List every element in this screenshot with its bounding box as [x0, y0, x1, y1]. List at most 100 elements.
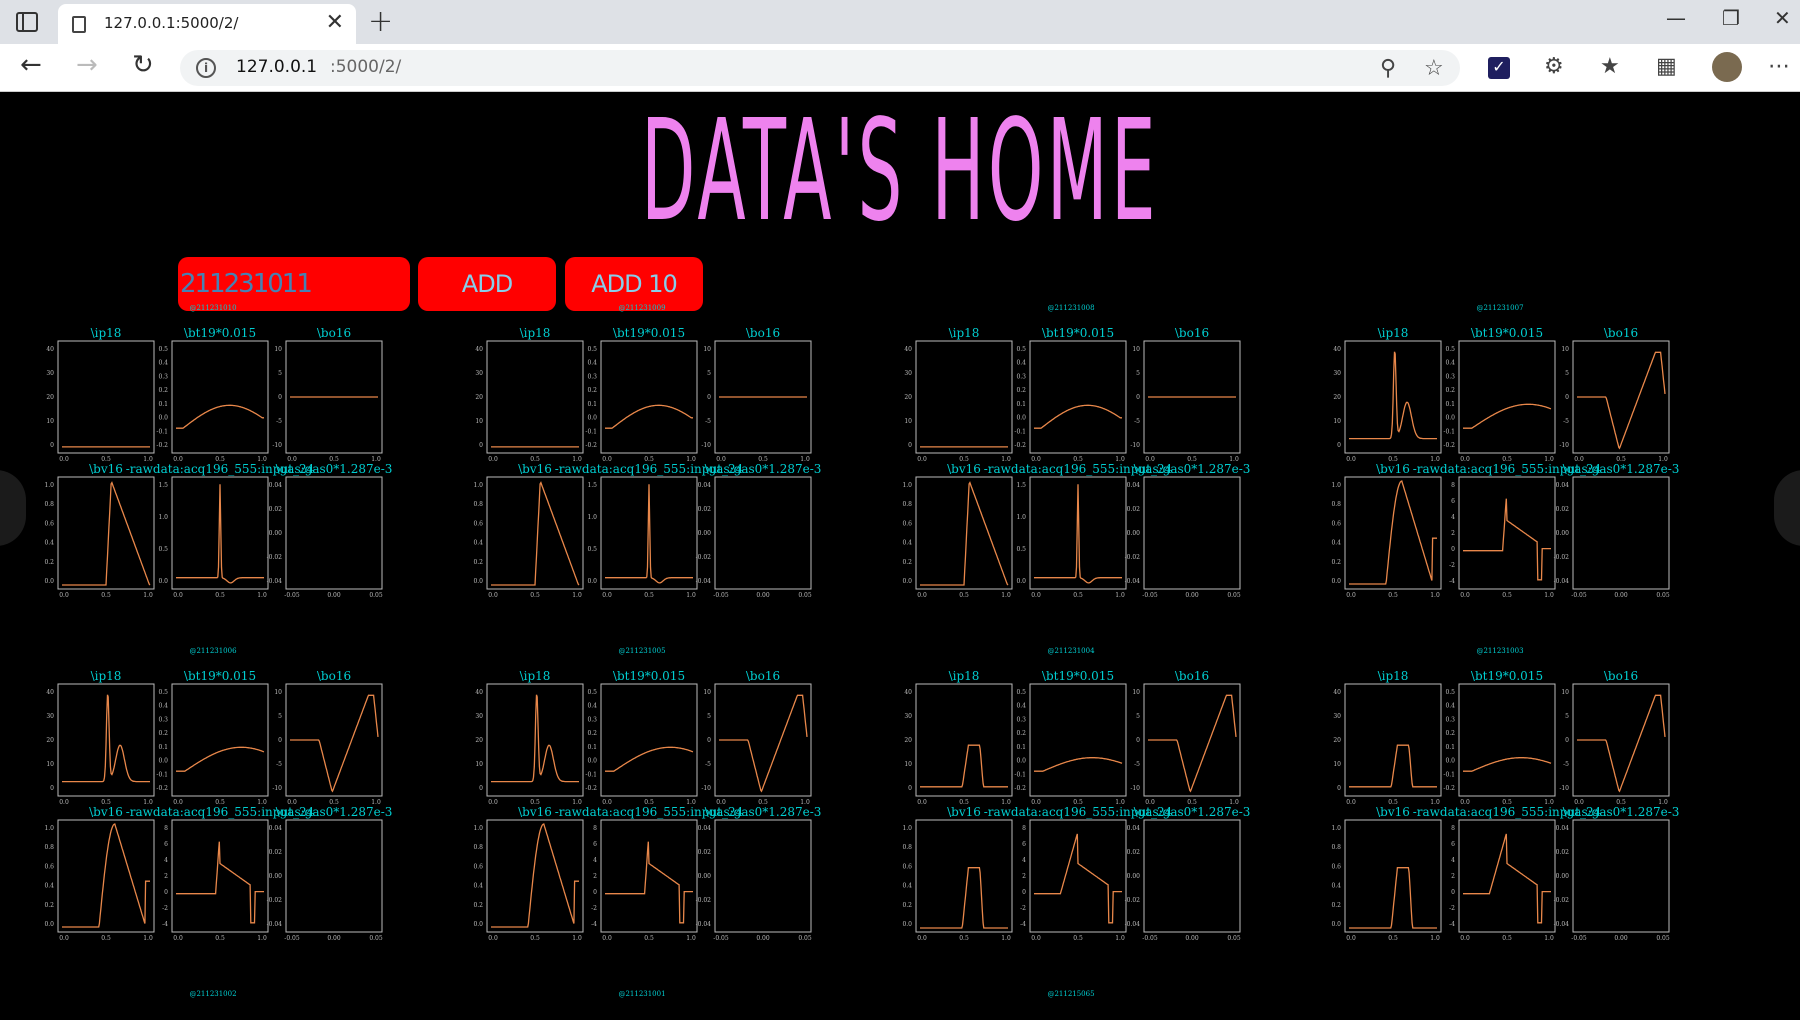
y-tick-label: -2 — [1449, 905, 1455, 912]
restore-icon[interactable]: ❐ — [1722, 6, 1740, 30]
back-icon[interactable]: ← — [20, 50, 42, 80]
x-tick-label: 0.0 — [1031, 935, 1041, 942]
y-tick-label: 1.0 — [1016, 514, 1026, 521]
x-tick-label: 1.0 — [686, 592, 696, 599]
address-bar[interactable]: i 127.0.0.1 :5000/2/ ⚲ ☆ — [180, 50, 1460, 86]
subplot-title: \bv16 — [947, 462, 981, 476]
y-tick-label: 10 — [703, 346, 711, 353]
subplot-title: \bo16 — [746, 326, 780, 340]
y-tick-label: 0.3 — [1445, 373, 1455, 380]
series-line — [1463, 498, 1551, 581]
y-tick-label: 0.04 — [269, 825, 283, 832]
y-tick-label: -0.1 — [585, 428, 597, 435]
y-tick-label: 30 — [46, 713, 54, 720]
y-tick-label: 1.0 — [902, 482, 912, 489]
y-tick-label: -0.02 — [267, 554, 283, 561]
y-tick-label: 0.8 — [44, 501, 54, 508]
y-tick-label: 0.0 — [1016, 415, 1026, 422]
y-tick-label: -0.1 — [156, 428, 168, 435]
x-tick-label: 0.5 — [215, 592, 225, 599]
more-icon[interactable]: ⋯ — [1768, 54, 1790, 79]
shot-label: @211231005 — [618, 647, 665, 655]
y-tick-label: -0.02 — [1125, 897, 1141, 904]
y-tick-label: 0.04 — [1556, 482, 1570, 489]
extension-checkbox-icon[interactable]: ✓ — [1488, 57, 1510, 79]
subplot-title: \gas:gas0*1.287e-3 — [1563, 462, 1680, 476]
x-tick-label: 0.5 — [101, 935, 111, 942]
subplot-title: \ip18 — [1378, 669, 1409, 683]
tab-active[interactable]: 127.0.0.1:5000/2/ ✕ — [58, 4, 356, 44]
x-tick-label: 0.05 — [798, 592, 812, 599]
y-tick-label: 0.0 — [1016, 758, 1026, 765]
y-tick-label: 0 — [908, 785, 912, 792]
x-tick-label: -0.05 — [1142, 935, 1158, 942]
x-tick-label: 0.0 — [1460, 592, 1470, 599]
y-tick-label: 0.00 — [698, 530, 712, 537]
y-tick-label: 0.04 — [1556, 825, 1570, 832]
minimize-icon[interactable]: — — [1666, 6, 1686, 30]
close-icon[interactable]: ✕ — [326, 10, 344, 35]
y-tick-label: 0.4 — [1016, 703, 1026, 710]
y-tick-label: 0.5 — [158, 689, 168, 696]
y-tick-label: 0.0 — [587, 415, 597, 422]
shot-label: @211231001 — [618, 990, 665, 998]
y-tick-label: 0 — [1565, 394, 1569, 401]
y-tick-label: 10 — [274, 689, 282, 696]
sidebar-icon[interactable] — [16, 12, 38, 32]
y-tick-label: 6 — [1451, 841, 1455, 848]
y-tick-label: 10 — [1132, 689, 1140, 696]
info-icon[interactable]: i — [196, 58, 216, 78]
extension-icon[interactable]: ⚙ — [1544, 54, 1564, 79]
reload-icon[interactable]: ↻ — [132, 50, 154, 80]
x-tick-label: -0.05 — [284, 592, 300, 599]
series-line — [920, 867, 1008, 929]
y-tick-label: 0.0 — [902, 578, 912, 585]
y-tick-label: 1.0 — [587, 514, 597, 521]
subplot-title: \bt19*0.015 — [1471, 326, 1543, 340]
subplot-title: \bt19*0.015 — [184, 669, 256, 683]
profile-icon[interactable] — [1712, 52, 1742, 82]
x-tick-label: 1.0 — [1001, 592, 1011, 599]
favorites-icon[interactable]: ★ — [1600, 54, 1620, 79]
x-tick-label: 0.5 — [1073, 935, 1083, 942]
y-tick-label: 0.8 — [902, 501, 912, 508]
window-close-icon[interactable]: ✕ — [1774, 6, 1791, 30]
forward-icon[interactable]: → — [76, 50, 98, 80]
y-tick-label: 0 — [707, 737, 711, 744]
subplot-title: \bo16 — [317, 326, 351, 340]
y-tick-label: 0.3 — [587, 716, 597, 723]
y-tick-label: 40 — [46, 346, 54, 353]
y-tick-label: -0.2 — [585, 785, 597, 792]
series-line — [1577, 351, 1666, 450]
y-tick-label: 0.02 — [1556, 849, 1570, 856]
series-line — [1349, 744, 1437, 788]
y-tick-label: 1.0 — [44, 825, 54, 832]
subplot-title: \ip18 — [520, 326, 551, 340]
y-tick-label: -0.04 — [696, 921, 712, 928]
x-tick-label: 0.0 — [488, 935, 498, 942]
subplot-frame — [1572, 476, 1670, 590]
collections-icon[interactable]: ▦ — [1656, 54, 1677, 79]
favorite-icon[interactable]: ☆ — [1424, 56, 1444, 81]
new-tab-button[interactable]: + — [368, 4, 393, 39]
y-tick-label: 0.04 — [698, 825, 712, 832]
shot-label: @211231003 — [1476, 647, 1523, 655]
y-tick-label: -0.02 — [267, 897, 283, 904]
subplot-frame — [600, 683, 698, 797]
subplot-frame — [1458, 476, 1556, 590]
y-tick-label: 2 — [164, 873, 168, 880]
y-tick-label: 0 — [1136, 394, 1140, 401]
x-tick-label: 0.0 — [173, 592, 183, 599]
x-tick-label: 0.0 — [1346, 935, 1356, 942]
y-tick-label: 1.5 — [587, 482, 597, 489]
subplot-title: \bv16 — [947, 805, 981, 819]
zoom-icon[interactable]: ⚲ — [1380, 56, 1396, 81]
subplot-frame — [600, 340, 698, 454]
x-tick-label: 0.05 — [369, 592, 383, 599]
y-tick-label: 0.02 — [1127, 849, 1141, 856]
y-tick-label: 0.0 — [1445, 758, 1455, 765]
x-tick-label: 0.5 — [959, 935, 969, 942]
y-tick-label: 20 — [46, 737, 54, 744]
y-tick-label: 0.4 — [902, 540, 912, 547]
y-tick-label: -4 — [1020, 921, 1026, 928]
